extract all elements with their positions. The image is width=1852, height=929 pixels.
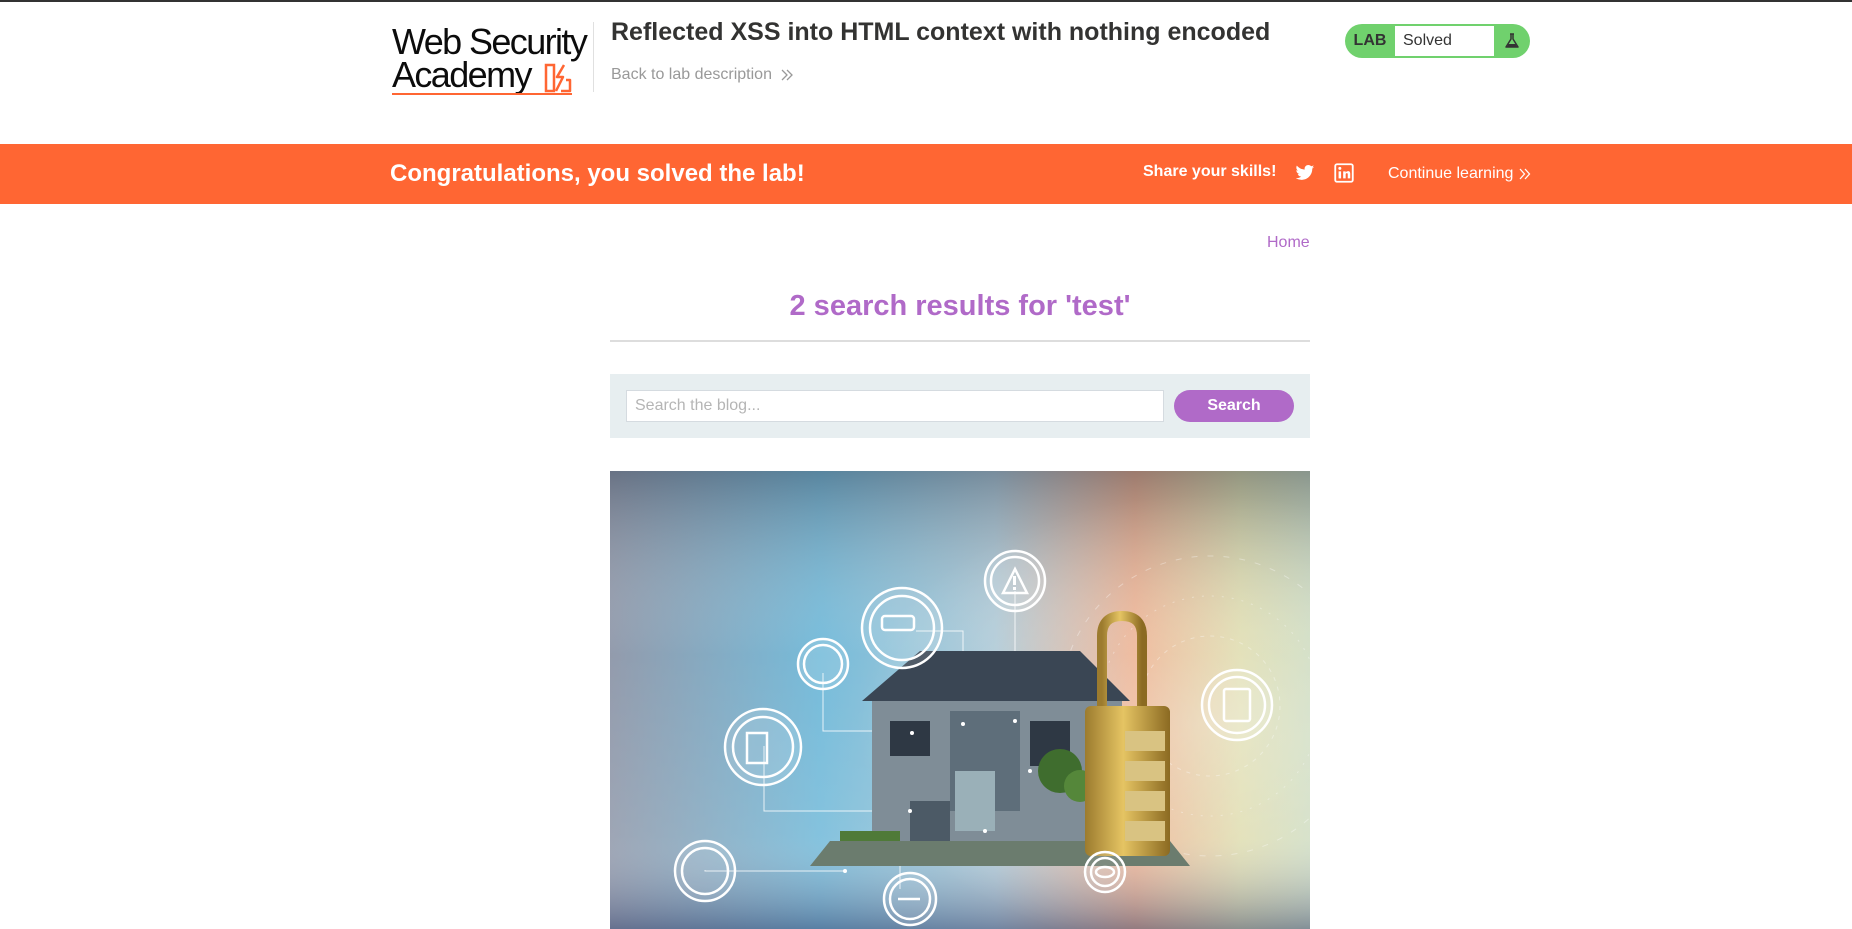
heading-divider <box>610 340 1310 342</box>
academy-header: Web Security Academy Reflected XSS into … <box>0 2 1852 144</box>
flask-icon <box>1494 32 1530 50</box>
search-form: Search <box>610 374 1310 438</box>
home-nav-link[interactable]: Home <box>1267 234 1310 252</box>
logo-bolt-icon <box>544 63 572 93</box>
double-chevron-right-icon <box>781 69 793 81</box>
search-results-heading: 2 search results for 'test' <box>789 290 1131 322</box>
share-skills-label: Share your skills! <box>1143 163 1277 180</box>
blog-post-image[interactable] <box>610 471 1310 929</box>
back-link-label: Back to lab description <box>611 66 772 83</box>
continue-learning-link[interactable]: Continue learning <box>1388 165 1531 183</box>
continue-learning-label: Continue learning <box>1388 165 1514 182</box>
double-chevron-right-icon <box>1519 168 1531 180</box>
twitter-icon[interactable] <box>1295 163 1315 183</box>
lab-title: Reflected XSS into HTML context with not… <box>611 18 1271 46</box>
back-to-lab-description-link[interactable]: Back to lab description <box>611 66 794 84</box>
header-divider <box>593 22 594 92</box>
search-button[interactable]: Search <box>1174 390 1294 422</box>
lab-status-badge: LAB Solved <box>1345 24 1530 58</box>
congratulations-message: Congratulations, you solved the lab! <box>390 160 805 187</box>
search-input[interactable] <box>626 390 1164 422</box>
house-security-illustration <box>610 471 1310 929</box>
lab-solved-banner: Congratulations, you solved the lab! Sha… <box>0 144 1852 204</box>
web-security-academy-logo[interactable]: Web Security Academy <box>390 24 595 99</box>
linkedin-icon[interactable] <box>1334 163 1354 183</box>
lab-status-text: Solved <box>1395 26 1494 56</box>
logo-underline <box>392 93 572 95</box>
lab-badge-label: LAB <box>1353 32 1387 49</box>
